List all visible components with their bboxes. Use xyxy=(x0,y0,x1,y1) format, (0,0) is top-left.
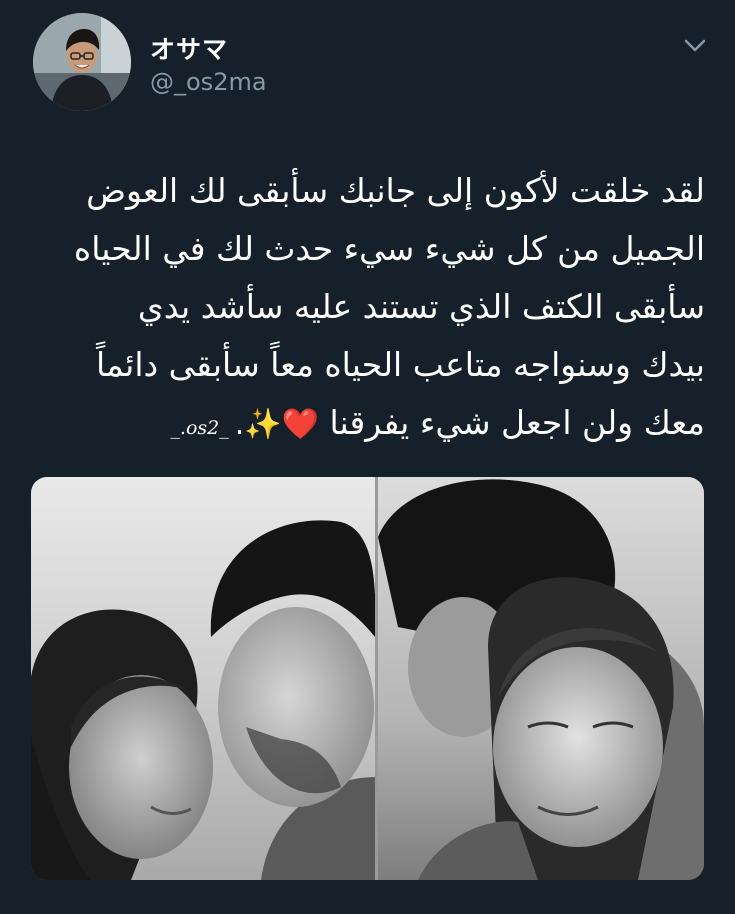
media-photo-right xyxy=(378,477,704,880)
tweet-text-line: بيدك وسنواجه متاعب الحياه معاً سأبقى دائ… xyxy=(96,345,705,384)
media-photo-left xyxy=(31,477,375,880)
chevron-down-icon xyxy=(684,39,706,52)
signature: _.os2_ xyxy=(170,417,229,439)
tweet-text-line: سأبقى الكتف الذي تستند عليه سأشد يدي xyxy=(137,287,705,326)
tweet-text-line: الجميل من كل شيء سيء حدث لك في الحياه xyxy=(73,229,705,268)
tweet-menu-button[interactable] xyxy=(681,35,709,57)
author-handle[interactable]: @_os2ma xyxy=(150,68,267,96)
tweet-text-last-line: معك ولن اجعل شيء يفرقنا ❤️✨._.os2_ xyxy=(45,394,705,457)
avatar[interactable] xyxy=(33,13,131,111)
author-display-name[interactable]: オサマ xyxy=(150,30,228,66)
tweet-media[interactable] xyxy=(31,477,704,880)
avatar-photo xyxy=(33,13,131,111)
tweet-text-line: معك ولن اجعل شيء يفرقنا xyxy=(329,403,705,442)
heart-sparkles-emoji: ❤️✨. xyxy=(234,407,319,442)
tweet-text-line: لقد خلقت لأكون إلى جانبك سأبقى لك العوض xyxy=(86,171,705,210)
tweet-card: オサマ @_os2ma لقد خلقت لأكون إلى جانبك سأب… xyxy=(0,0,735,914)
tweet-text: لقد خلقت لأكون إلى جانبك سأبقى لك العوض … xyxy=(45,162,705,457)
